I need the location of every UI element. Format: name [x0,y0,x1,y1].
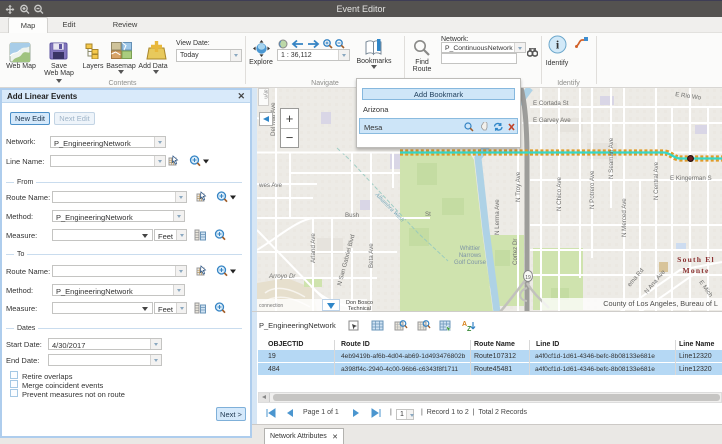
svg-text:Golf Course: Golf Course [454,260,487,266]
svg-text:Beta Ave: Beta Ave [368,243,375,268]
svg-text:Cortez Dr: Cortez Dr [512,239,519,265]
svg-text:N Potrero Ave: N Potrero Ave [589,170,596,209]
svg-text:County of Los Angeles, Bureau: County of Los Angeles, Bureau of L [603,299,718,308]
svg-text:N Merced Ave: N Merced Ave [621,198,628,237]
svg-text:wes Ave: wes Ave [258,182,282,189]
svg-text:Narrows: Narrows [459,253,481,259]
svg-text:connection: connection [259,303,283,309]
svg-text:N Central Ave: N Central Ave [653,161,660,200]
svg-text:Arroyo Dr: Arroyo Dr [268,273,296,280]
svg-text:N Lerma Ave: N Lerma Ave [494,199,501,235]
svg-text:N Seaman Ave: N Seaman Ave [608,137,615,179]
svg-text:19: 19 [525,275,531,281]
svg-text:Arland Ave: Arland Ave [310,233,317,263]
svg-text:E Kingerman S: E Kingerman S [670,175,712,182]
svg-text:Monte: Monte [682,266,709,275]
svg-text:N Chico Ave: N Chico Ave [556,177,563,211]
svg-text:St: St [425,211,431,218]
svg-text:E Garvey Ave: E Garvey Ave [533,117,571,124]
svg-text:Whittier: Whittier [460,246,480,252]
svg-text:N Troy Ave: N Troy Ave [515,171,522,202]
svg-text:E Cortada St: E Cortada St [533,100,569,107]
svg-text:South El: South El [677,255,715,264]
svg-text:Bush: Bush [345,212,360,219]
